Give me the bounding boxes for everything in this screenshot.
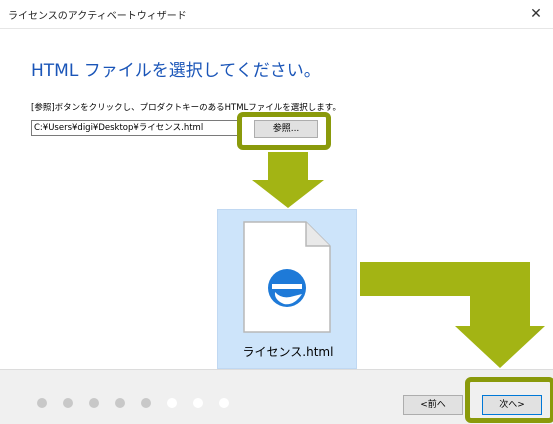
title-bar: ライセンスのアクティベートウィザード ✕ [0, 0, 553, 29]
step-dot [37, 398, 47, 408]
step-dot [219, 398, 229, 408]
browse-highlight-frame [237, 112, 331, 150]
step-dot [63, 398, 73, 408]
step-dot [167, 398, 177, 408]
page-heading: HTML ファイルを選択してください。 [31, 61, 321, 81]
html-file-tile[interactable]: ライセンス.html [217, 209, 357, 369]
step-dot [115, 398, 125, 408]
close-icon[interactable]: ✕ [519, 0, 553, 28]
step-dot [89, 398, 99, 408]
file-name-label: ライセンス.html [242, 345, 334, 359]
down-arrow [252, 152, 324, 208]
step-dot [193, 398, 203, 408]
step-dot [141, 398, 151, 408]
window-title: ライセンスのアクティベートウィザード [8, 11, 187, 22]
corner-arrow [360, 262, 545, 368]
edge-html-file-icon [243, 221, 331, 333]
file-path-input[interactable] [31, 120, 239, 136]
next-highlight-frame [465, 377, 553, 423]
prev-button[interactable]: <前へ [403, 395, 463, 415]
